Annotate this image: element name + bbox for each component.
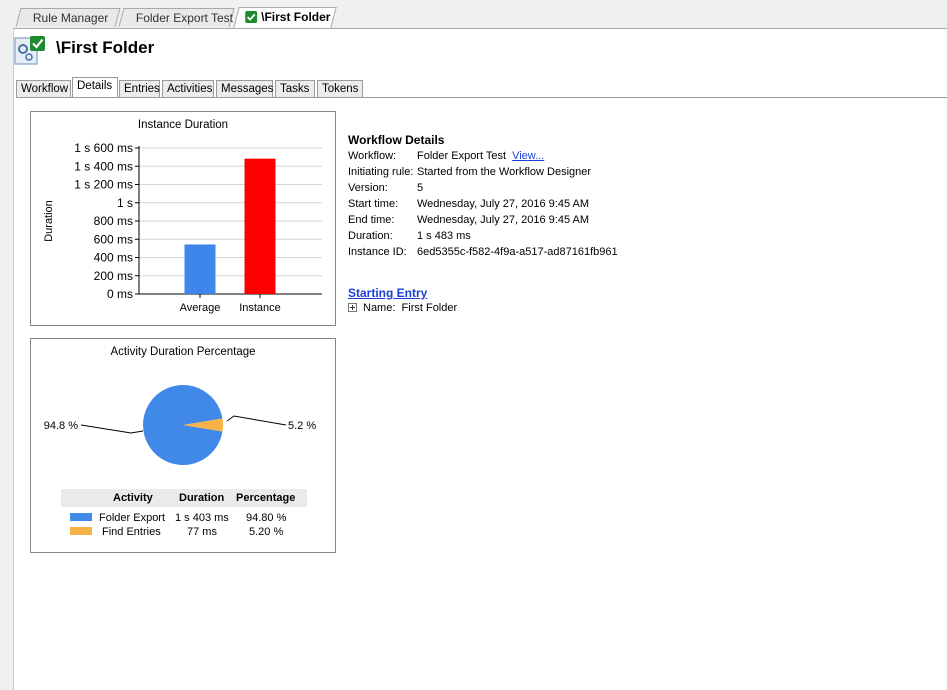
leader-line-find-entries xyxy=(226,415,287,426)
detail-key: Version: xyxy=(348,182,388,194)
bar-average xyxy=(184,244,216,294)
pie-label-find-entries: 5.2 % xyxy=(288,420,316,432)
table-row: Folder Export 1 s 403 ms 94.80 % xyxy=(61,509,307,524)
tab-tasks[interactable]: Tasks xyxy=(275,80,315,98)
view-workflow-link[interactable]: View... xyxy=(512,150,544,162)
starting-entry-link[interactable]: Starting Entry xyxy=(348,286,427,300)
header-duration: Duration xyxy=(179,492,225,504)
detail-value: Folder Export Test xyxy=(417,150,507,162)
tab-first-folder[interactable]: \First Folder xyxy=(233,7,337,28)
detail-key: Duration: xyxy=(348,230,393,242)
activity-duration-chart-panel: Activity Duration Percentage 94.8 % 5.2 %… xyxy=(30,338,336,553)
y-tick-label: 1 s xyxy=(117,196,133,210)
detail-row-initiating-rule: Initiating rule: Started from the Workflo… xyxy=(348,166,618,182)
bar-instance xyxy=(244,158,276,294)
activity-percentage: 5.20 % xyxy=(249,526,284,538)
x-tick-label: Average xyxy=(180,302,221,314)
activity-table: Activity Duration Percentage Folder Expo… xyxy=(61,489,307,538)
tab-activities[interactable]: Activities xyxy=(162,80,214,98)
entry-name-value: First Folder xyxy=(401,302,458,314)
x-tick-label: Instance xyxy=(239,302,281,314)
detail-key: Start time: xyxy=(348,198,399,210)
expand-icon[interactable] xyxy=(348,302,357,312)
header-percentage: Percentage xyxy=(236,492,296,504)
detail-key: Initiating rule: xyxy=(348,166,414,178)
y-tick-label: 400 ms xyxy=(94,251,133,265)
y-tick-label: 0 ms xyxy=(107,287,133,301)
detail-row-end-time: End time: Wednesday, July 27, 2016 9:45 A… xyxy=(348,214,618,230)
y-tick-label: 1 s 600 ms xyxy=(74,141,133,155)
detail-row-instance-id: Instance ID: 6ed5355c-f582-4f9a-a517-ad87… xyxy=(348,246,618,262)
tab-entries[interactable]: Entries xyxy=(119,80,160,98)
tab-first-folder-label: \First Folder xyxy=(261,10,331,24)
detail-row-version: Version: 5 xyxy=(348,182,618,198)
detail-key: Workflow: xyxy=(348,150,397,162)
detail-row-duration: Duration: 1 s 483 ms xyxy=(348,230,618,246)
instance-duration-chart-panel: Instance Duration 0 ms 200 ms 400 ms 600 ms… xyxy=(30,111,336,326)
detail-value: Wednesday, July 27, 2016 9:45 AM xyxy=(417,198,590,210)
y-tick-label: 1 s 200 ms xyxy=(74,178,133,192)
activity-duration-pie-chart: 94.8 % 5.2 % xyxy=(44,385,316,465)
leader-line-folder-export xyxy=(80,424,144,434)
check-icon xyxy=(245,11,258,23)
activity-name: Find Entries xyxy=(102,526,161,538)
legend-swatch-find-entries xyxy=(70,527,92,535)
detail-key: End time: xyxy=(348,214,395,226)
table-row: Find Entries 77 ms 5.20 % xyxy=(61,523,307,538)
workflow-details: Workflow Details Workflow: Folder Export … xyxy=(348,133,618,262)
tab-tokens[interactable]: Tokens xyxy=(317,80,363,98)
document-tab-strip: Rule Manager Folder Export Test \First F… xyxy=(0,0,947,29)
tab-details[interactable]: Details xyxy=(72,77,118,98)
header-activity: Activity xyxy=(113,492,153,504)
detail-value: Started from the Workflow Designer xyxy=(417,166,592,178)
detail-key: Instance ID: xyxy=(348,246,407,258)
y-axis-label: Duration xyxy=(43,200,55,242)
tab-folder-export-test[interactable]: Folder Export Test xyxy=(118,8,235,27)
y-tick-label: 800 ms xyxy=(94,214,133,228)
tab-folder-export-test-label: Folder Export Test xyxy=(135,11,234,25)
y-tick-label: 600 ms xyxy=(94,232,133,246)
tab-messages[interactable]: Messages xyxy=(216,80,273,98)
workflow-instance-icon xyxy=(14,36,45,65)
detail-row-start-time: Start time: Wednesday, July 27, 2016 9:45… xyxy=(348,198,618,214)
left-edge-strip xyxy=(0,28,14,690)
starting-entry-row: Name: First Folder xyxy=(348,302,457,314)
activity-duration: 77 ms xyxy=(187,526,217,538)
y-tick-label: 200 ms xyxy=(94,269,133,283)
page-title: \First Folder xyxy=(56,38,155,57)
legend-swatch-folder-export xyxy=(70,513,92,521)
workflow-details-heading: Workflow Details xyxy=(348,133,445,147)
y-tick-label: 1 s 400 ms xyxy=(74,159,133,173)
detail-value: Wednesday, July 27, 2016 9:45 AM xyxy=(417,214,590,226)
detail-value: 1 s 483 ms xyxy=(417,230,471,242)
tab-rule-manager-label: Rule Manager xyxy=(32,11,109,25)
detail-row-workflow: Workflow: Folder Export Test View... xyxy=(348,150,618,166)
instance-duration-bar-chart: 0 ms 200 ms 400 ms 600 ms 800 ms 1 s 1 s 200 m… xyxy=(43,141,322,314)
detail-value: 6ed5355c-f582-4f9a-a517-ad87161fb961 xyxy=(417,246,618,258)
tab-rule-manager[interactable]: Rule Manager xyxy=(15,8,121,27)
tab-baseline xyxy=(16,97,947,98)
pie-label-folder-export: 94.8 % xyxy=(44,420,78,432)
tab-workflow[interactable]: Workflow xyxy=(16,80,71,98)
activity-table-header: Activity Duration Percentage xyxy=(61,489,307,507)
entry-name-key: Name: xyxy=(363,302,396,314)
detail-value: 5 xyxy=(417,182,424,194)
